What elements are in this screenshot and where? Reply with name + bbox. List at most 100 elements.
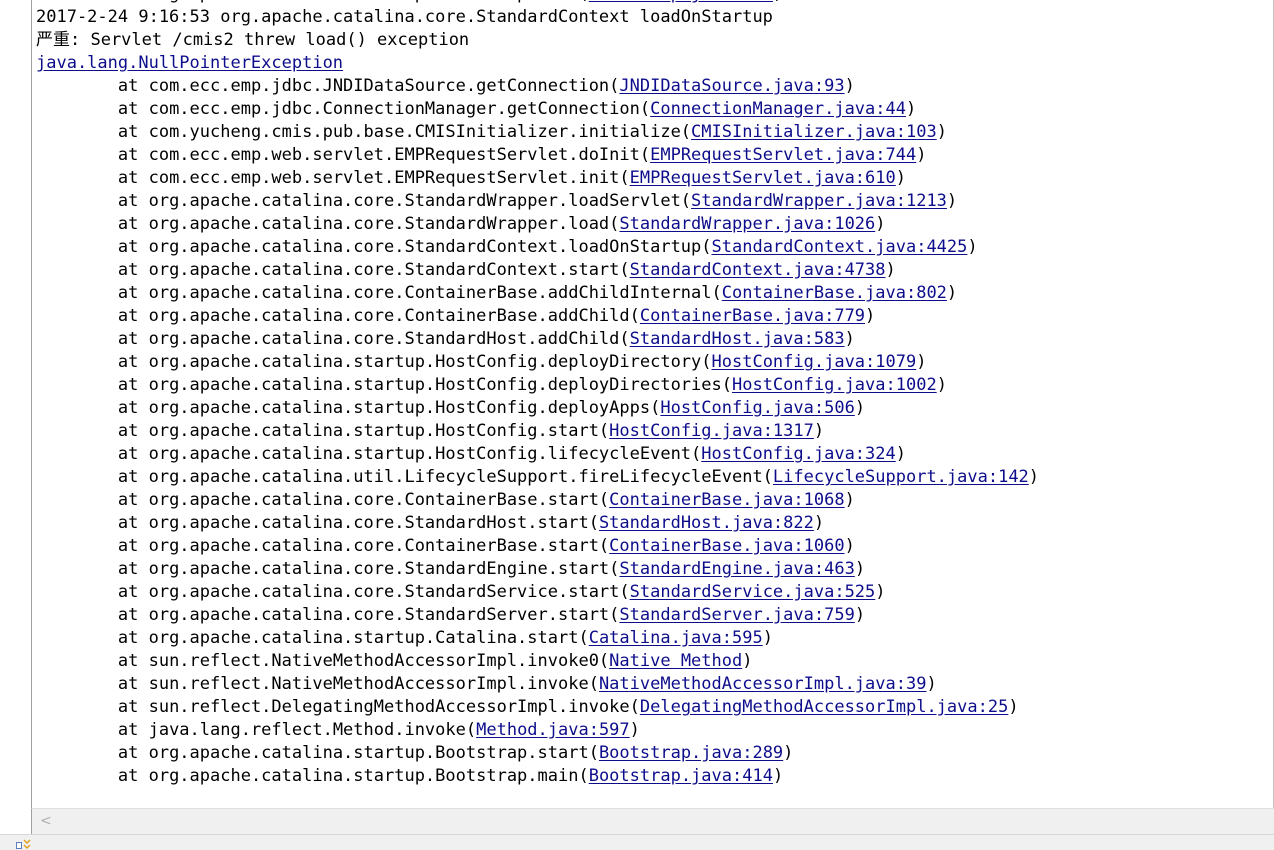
console-window: at org.apache.catalina.startup.Bootstrap… [0,0,1274,850]
stacktrace-link[interactable]: StandardWrapper.java:1026 [619,214,875,234]
console-line-tail: ) [946,283,958,303]
console-line-tail: ) [772,766,784,786]
console-line-tail: ) [844,329,855,349]
chevron-left-icon[interactable]: < [40,813,54,829]
console-line-tail: ) [905,99,917,119]
status-bar [0,834,1274,850]
console-line-text: at org.apache.catalina.startup.Bootstrap… [36,766,589,786]
stacktrace-link[interactable]: StandardService.java:525 [630,582,876,602]
stacktrace-link[interactable]: StandardWrapper.java:1213 [691,191,947,211]
console-line: at org.apache.catalina.core.StandardServ… [36,581,1039,604]
console-line-tail: ) [875,214,886,234]
stacktrace-link[interactable]: HostConfig.java:1079 [712,352,917,372]
console-line-text: at org.apache.catalina.startup.Bootstrap… [36,743,599,763]
console-line-tail: ) [783,743,794,763]
console-line: at java.lang.reflect.Method.invoke(Metho… [36,719,1039,742]
stacktrace-link[interactable]: HostConfig.java:1002 [732,375,937,395]
console-line-tail: ) [742,651,753,671]
console-line: at org.apache.catalina.core.ContainerBas… [36,535,1039,558]
console-line: at org.apache.catalina.startup.Catalina.… [36,627,1039,650]
console-line-tail: ) [844,490,855,510]
console-line-text: at org.apache.catalina.startup.HostConfi… [36,444,702,464]
stacktrace-link[interactable]: ContainerBase.java:1068 [609,490,844,510]
console-line: at sun.reflect.DelegatingMethodAccessorI… [36,696,1039,719]
console-line-text: 严重: Servlet /cmis2 threw load() exceptio… [36,30,470,50]
stacktrace-link[interactable]: StandardContext.java:4425 [712,237,968,257]
stacktrace-link[interactable]: CMISInitializer.java:103 [691,122,937,142]
console-line-tail: ) [936,375,947,395]
console-line-tail: ) [916,352,927,372]
console-line-text: at com.ecc.emp.jdbc.ConnectionManager.ge… [36,99,651,119]
console-line-text: at org.apache.catalina.core.StandardServ… [36,582,630,602]
console-line-tail: ) [936,122,947,142]
console-line: at org.apache.catalina.core.StandardHost… [36,328,1039,351]
console-line-tail: ) [916,145,927,165]
stacktrace-link[interactable]: Method.java:597 [476,720,630,740]
console-line: at org.apache.catalina.startup.Bootstrap… [36,742,1039,765]
stacktrace-link[interactable]: HostConfig.java:324 [701,444,895,464]
console-line-tail: ) [762,628,773,648]
horizontal-scrollbar[interactable]: < [31,808,1274,834]
console-line-text: at org.apache.catalina.core.StandardServ… [36,605,620,625]
stacktrace-link[interactable]: StandardContext.java:4738 [630,260,886,280]
console-line: at org.apache.catalina.startup.HostConfi… [36,374,1039,397]
console-line-text: at org.apache.catalina.startup.Catalina.… [36,628,589,648]
console-line-tail: ) [865,306,876,326]
console-line-tail: ) [844,536,855,556]
console-line-text: at org.apache.catalina.core.ContainerBas… [36,490,610,510]
stacktrace-link[interactable]: Native Method [609,651,742,671]
stacktrace-link[interactable]: StandardServer.java:759 [619,605,854,625]
console-line-tail: ) [895,444,906,464]
console-line-tail: ) [926,674,937,694]
console-line-tail: ) [1008,697,1019,717]
stacktrace-link[interactable]: ContainerBase.java:1060 [609,536,844,556]
stacktrace-link[interactable]: DelegatingMethodAccessorImpl.java:25 [640,697,1008,717]
console-line-text: at org.apache.catalina.core.ContainerBas… [36,536,610,556]
console-line-tail: ) [854,559,866,579]
console-line-tail: ) [854,605,866,625]
stacktrace-link[interactable]: HostConfig.java:506 [660,398,854,418]
console-line: at org.apache.catalina.startup.Bootstrap… [36,765,1039,788]
stacktrace-link[interactable]: Bootstrap.java:414 [589,766,773,786]
console-line: at com.ecc.emp.web.servlet.EMPRequestSer… [36,144,1039,167]
console-line-tail: ) [844,76,855,96]
console-line-text: at org.apache.catalina.startup.HostConfi… [36,398,661,418]
console-line-text: at org.apache.catalina.util.LifecycleSup… [36,467,773,487]
console-line-text: at org.apache.catalina.startup.Bootstrap… [36,0,589,4]
console-line: java.lang.NullPointerException [36,52,1039,75]
console-line-text: at com.ecc.emp.web.servlet.EMPRequestSer… [36,145,651,165]
console-line-text: 2017-2-24 9:16:53 org.apache.catalina.co… [36,7,773,27]
console-line-text: at org.apache.catalina.core.StandardHost… [36,513,599,533]
console-line: at org.apache.catalina.core.StandardServ… [36,604,1039,627]
console-view[interactable]: at org.apache.catalina.startup.Bootstrap… [31,0,1274,808]
console-line-text: at org.apache.catalina.core.StandardHost… [36,329,630,349]
stacktrace-link[interactable]: HostConfig.java:1317 [609,421,814,441]
stacktrace-link[interactable]: LifecycleSupport.java:142 [773,467,1029,487]
stacktrace-link[interactable]: EMPRequestServlet.java:744 [650,145,916,165]
stacktrace-link[interactable]: Bootstrap.java:414 [589,0,773,4]
stacktrace-link[interactable]: java.lang.NullPointerException [36,53,343,73]
console-line-text: at org.apache.catalina.core.StandardCont… [36,260,630,280]
stacktrace-link[interactable]: StandardEngine.java:463 [619,559,854,579]
console-line-tail: ) [854,398,866,418]
stacktrace-link[interactable]: ConnectionManager.java:44 [650,99,906,119]
stacktrace-link[interactable]: Bootstrap.java:289 [599,743,783,763]
stacktrace-link[interactable]: StandardHost.java:583 [630,329,845,349]
stacktrace-link[interactable]: ContainerBase.java:802 [722,283,947,303]
console-line: at com.ecc.emp.web.servlet.EMPRequestSer… [36,167,1039,190]
stacktrace-link[interactable]: ContainerBase.java:779 [640,306,865,326]
console-line-tail: ) [885,260,896,280]
console-line-text: at sun.reflect.DelegatingMethodAccessorI… [36,697,640,717]
console-line-text: at org.apache.catalina.startup.HostConfi… [36,421,610,441]
console-line: at org.apache.catalina.util.LifecycleSup… [36,466,1039,489]
stacktrace-link[interactable]: JNDIDataSource.java:93 [619,76,844,96]
console-line-tail: ) [629,720,640,740]
console-line-text: at org.apache.catalina.core.ContainerBas… [36,283,722,303]
stacktrace-link[interactable]: NativeMethodAccessorImpl.java:39 [599,674,927,694]
stacktrace-link[interactable]: EMPRequestServlet.java:610 [630,168,896,188]
stacktrace-link[interactable]: Catalina.java:595 [589,628,763,648]
stacktrace-link[interactable]: StandardHost.java:822 [599,513,814,533]
console-line-tail: ) [946,191,958,211]
console-line: at org.apache.catalina.core.ContainerBas… [36,282,1039,305]
console-line-text: at sun.reflect.NativeMethodAccessorImpl.… [36,674,599,694]
